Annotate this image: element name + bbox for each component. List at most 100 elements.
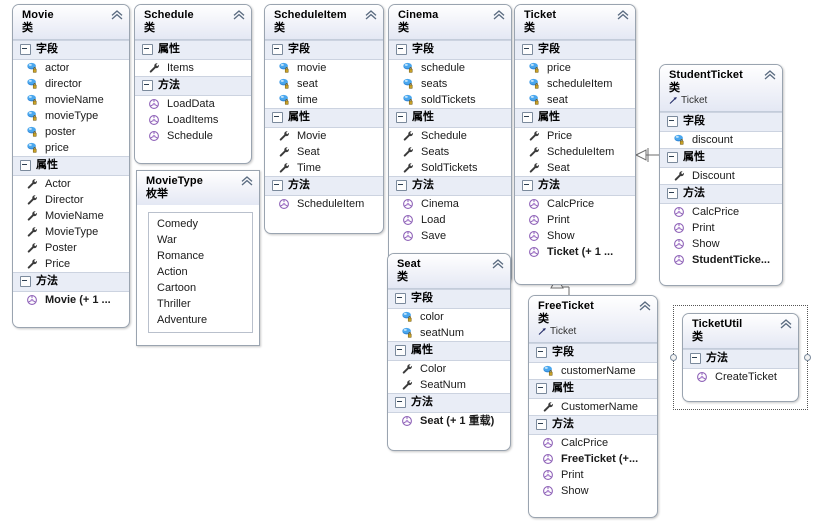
- member-row[interactable]: MovieType: [13, 224, 129, 240]
- compartment-header-property[interactable]: 属性: [265, 108, 383, 128]
- member-row[interactable]: FreeTicket (+...: [529, 451, 657, 467]
- collapse-expander-icon[interactable]: [667, 152, 678, 163]
- compartment-header-method[interactable]: 方法: [135, 76, 251, 96]
- member-row[interactable]: Items: [135, 60, 251, 76]
- collapse-expander-icon[interactable]: [522, 112, 533, 123]
- compartment-header-property[interactable]: 属性: [515, 108, 635, 128]
- collapse-expander-icon[interactable]: [142, 80, 153, 91]
- collapse-expander-icon[interactable]: [396, 44, 407, 55]
- class-shape-movie[interactable]: Movie 类字段 actor director movieName movieType p…: [12, 4, 130, 328]
- class-shape-movietype[interactable]: MovieType 枚举 Comedy War Romance Action Cartoon…: [136, 170, 260, 346]
- member-row[interactable]: customerName: [529, 363, 657, 379]
- member-row[interactable]: Cinema: [389, 196, 511, 212]
- collapse-expander-icon[interactable]: [522, 180, 533, 191]
- compartment-header-field[interactable]: 字段: [265, 40, 383, 60]
- member-row[interactable]: Schedule: [389, 128, 511, 144]
- compartment-header-property[interactable]: 属性: [529, 379, 657, 399]
- member-row[interactable]: Price: [13, 256, 129, 272]
- member-row[interactable]: Print: [660, 220, 782, 236]
- collapse-expander-icon[interactable]: [536, 347, 547, 358]
- member-row[interactable]: LoadData: [135, 96, 251, 112]
- collapse-expander-icon[interactable]: [20, 44, 31, 55]
- chevron-up-icon[interactable]: [111, 10, 123, 20]
- compartment-header-property[interactable]: 属性: [388, 341, 510, 361]
- chevron-up-icon[interactable]: [639, 301, 651, 311]
- member-row[interactable]: seat: [515, 92, 635, 108]
- member-row[interactable]: Movie (+ 1 ...: [13, 292, 129, 308]
- member-row[interactable]: Director: [13, 192, 129, 208]
- member-row[interactable]: Seats: [389, 144, 511, 160]
- member-row[interactable]: Print: [529, 467, 657, 483]
- member-row[interactable]: movie: [265, 60, 383, 76]
- collapse-expander-icon[interactable]: [667, 116, 678, 127]
- member-row[interactable]: price: [515, 60, 635, 76]
- class-shape-seat[interactable]: Seat 类字段 color seatNum 属性 Color SeatNum 方法 Seat …: [387, 253, 511, 451]
- collapse-expander-icon[interactable]: [396, 180, 407, 191]
- class-shape-freeticket[interactable]: FreeTicket 类 Ticket 字段 customerName 属性 Custome…: [528, 295, 658, 518]
- member-row[interactable]: price: [13, 140, 129, 156]
- resize-handle-right[interactable]: [804, 353, 811, 361]
- member-row[interactable]: LoadItems: [135, 112, 251, 128]
- member-row[interactable]: poster: [13, 124, 129, 140]
- collapse-expander-icon[interactable]: [536, 383, 547, 394]
- collapse-expander-icon[interactable]: [272, 180, 283, 191]
- member-row[interactable]: StudentTicke...: [660, 252, 782, 268]
- member-row[interactable]: Print: [515, 212, 635, 228]
- member-row[interactable]: ScheduleItem: [515, 144, 635, 160]
- enum-value[interactable]: Adventure: [149, 312, 252, 328]
- collapse-expander-icon[interactable]: [142, 44, 153, 55]
- enum-value[interactable]: Comedy: [149, 216, 252, 232]
- member-row[interactable]: Seat: [265, 144, 383, 160]
- compartment-header-property[interactable]: 属性: [13, 156, 129, 176]
- enum-value[interactable]: Thriller: [149, 296, 252, 312]
- collapse-expander-icon[interactable]: [395, 397, 406, 408]
- class-diagram-canvas[interactable]: Movie 类字段 actor director movieName movieType p…: [0, 0, 817, 523]
- member-row[interactable]: SoldTickets: [389, 160, 511, 176]
- chevron-up-icon[interactable]: [764, 70, 776, 80]
- member-row[interactable]: Price: [515, 128, 635, 144]
- collapse-expander-icon[interactable]: [536, 419, 547, 430]
- compartment-header-method[interactable]: 方法: [529, 415, 657, 435]
- compartment-header-method[interactable]: 方法: [515, 176, 635, 196]
- resize-handle-left[interactable]: [670, 353, 677, 361]
- compartment-header-field[interactable]: 字段: [388, 289, 510, 309]
- compartment-header-property[interactable]: 属性: [660, 148, 782, 168]
- collapse-expander-icon[interactable]: [20, 276, 31, 287]
- member-row[interactable]: Load: [389, 212, 511, 228]
- member-row[interactable]: soldTickets: [389, 92, 511, 108]
- collapse-expander-icon[interactable]: [395, 293, 406, 304]
- member-row[interactable]: Discount: [660, 168, 782, 184]
- member-row[interactable]: CalcPrice: [660, 204, 782, 220]
- compartment-header-property[interactable]: 属性: [135, 40, 251, 60]
- compartment-header-field[interactable]: 字段: [515, 40, 635, 60]
- collapse-expander-icon[interactable]: [272, 112, 283, 123]
- chevron-up-icon[interactable]: [241, 176, 253, 186]
- member-row[interactable]: Time: [265, 160, 383, 176]
- chevron-up-icon[interactable]: [233, 10, 245, 20]
- enum-value[interactable]: War: [149, 232, 252, 248]
- compartment-header-method[interactable]: 方法: [265, 176, 383, 196]
- chevron-up-icon[interactable]: [365, 10, 377, 20]
- collapse-expander-icon[interactable]: [395, 345, 406, 356]
- chevron-up-icon[interactable]: [617, 10, 629, 20]
- class-shape-ticket[interactable]: Ticket 类字段 price scheduleItem seat 属性 Price Sch…: [514, 4, 636, 285]
- member-row[interactable]: Movie: [265, 128, 383, 144]
- enum-value[interactable]: Romance: [149, 248, 252, 264]
- member-row[interactable]: scheduleItem: [515, 76, 635, 92]
- member-row[interactable]: director: [13, 76, 129, 92]
- member-row[interactable]: seats: [389, 76, 511, 92]
- collapse-expander-icon[interactable]: [272, 44, 283, 55]
- class-shape-cinema[interactable]: Cinema 类字段 schedule seats soldTickets 属性 Sched…: [388, 4, 512, 284]
- collapse-expander-icon[interactable]: [20, 160, 31, 171]
- member-row[interactable]: discount: [660, 132, 782, 148]
- compartment-header-field[interactable]: 字段: [660, 112, 782, 132]
- member-row[interactable]: Show: [660, 236, 782, 252]
- member-row[interactable]: Seat: [515, 160, 635, 176]
- member-row[interactable]: movieName: [13, 92, 129, 108]
- collapse-expander-icon[interactable]: [522, 44, 533, 55]
- compartment-header-field[interactable]: 字段: [529, 343, 657, 363]
- member-row[interactable]: actor: [13, 60, 129, 76]
- chevron-up-icon[interactable]: [493, 10, 505, 20]
- member-row[interactable]: Actor: [13, 176, 129, 192]
- member-row[interactable]: Color: [388, 361, 510, 377]
